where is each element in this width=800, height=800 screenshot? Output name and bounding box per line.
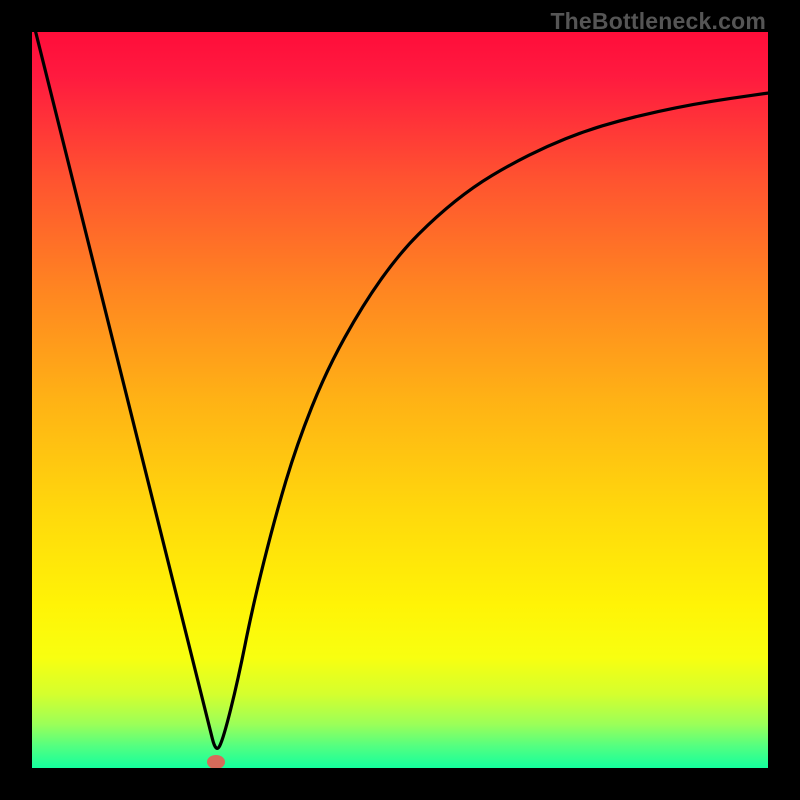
bottleneck-curve [32, 32, 768, 768]
optimum-marker [207, 755, 225, 768]
chart-container: TheBottleneck.com [0, 0, 800, 800]
plot-area [32, 32, 768, 768]
watermark-text: TheBottleneck.com [550, 8, 766, 35]
